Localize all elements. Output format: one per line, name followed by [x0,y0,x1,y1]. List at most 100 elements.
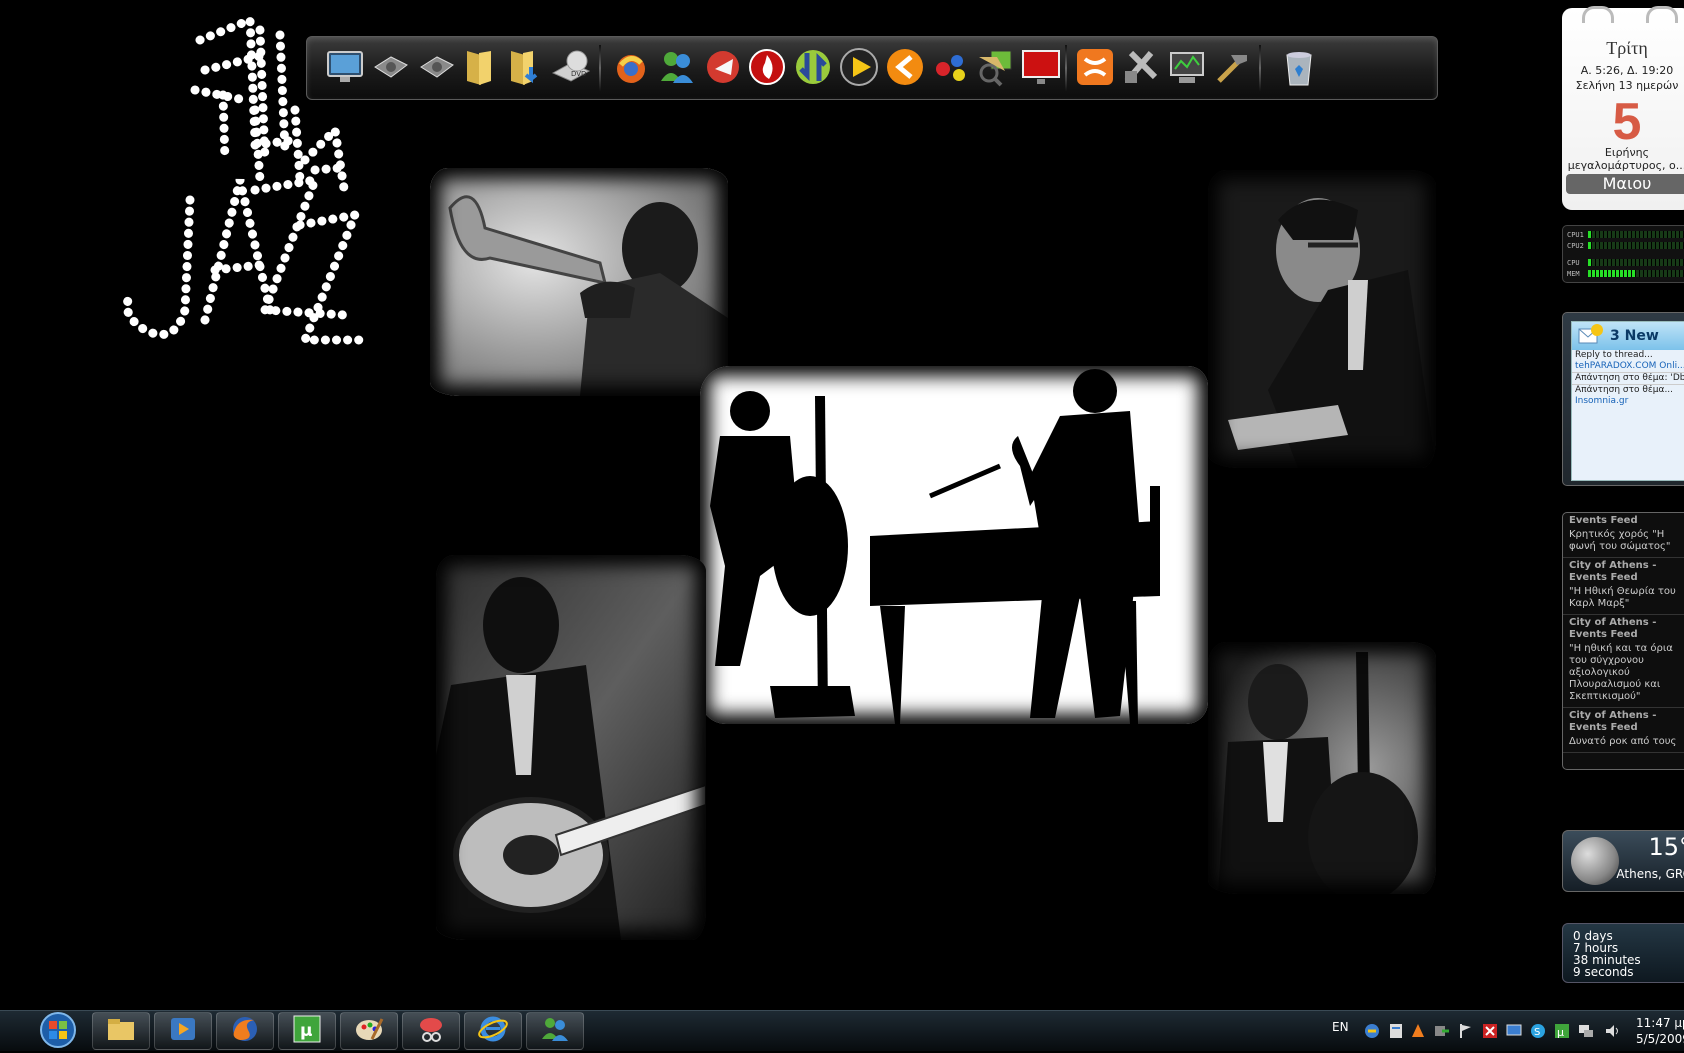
ccleaner-icon[interactable] [701,45,745,89]
antivirus-tray-icon[interactable] [1482,1023,1498,1039]
taskbar-firefox-button[interactable] [216,1012,274,1050]
calendar-moon-age: Σελήνη 13 ημερών [1575,79,1679,92]
weather-temperature: 15° [1648,833,1684,861]
folder-icon [106,1016,136,1046]
mail-item[interactable]: Απάντηση στο θέμα: 'Dbz... [1572,372,1684,384]
dock-separator [1065,45,1067,91]
hammer-icon[interactable] [1211,45,1255,89]
calendar-day-name: Τρίτη [1606,38,1648,58]
feed-entry-title: City of Athens - Events Feed [1569,617,1657,640]
downloads-folder-icon[interactable] [503,45,547,89]
display-tray-icon[interactable] [1506,1023,1522,1039]
sync-tray-icon[interactable] [1434,1023,1450,1039]
notes-tray-icon[interactable] [1388,1023,1404,1039]
network-connection-tray-icon[interactable] [1578,1023,1594,1039]
memory-meter: MEM [1567,269,1684,278]
moon-icon [1571,837,1619,885]
clock-time: 11:47 μμ [1636,1016,1684,1030]
messenger-fire-icon[interactable] [609,45,653,89]
events-feed-gadget[interactable]: Events Feed Κρητικός χορός "Η φωνή του σώ… [1562,512,1684,770]
taskbar-utorrent-button[interactable]: µ [278,1012,336,1050]
firefox-icon [230,1014,260,1048]
rocketdock-bar: DVD [306,36,1438,100]
utorrent-tray-icon[interactable]: µ [1554,1023,1570,1039]
media-play-icon[interactable] [837,45,881,89]
feed-entry-link[interactable]: Κρητικός χορός "Η φωνή του σώματος" [1563,527,1684,558]
winamp-icon[interactable] [883,45,927,89]
windows-live-messenger-icon[interactable] [655,45,699,89]
weather-location: Athens, GRC [1616,867,1684,881]
network-tray-icon[interactable] [1364,1023,1380,1039]
system-monitor-icon[interactable] [1165,45,1209,89]
feed-entry-title: Events Feed [1569,515,1638,526]
feed-entry-link[interactable]: "Η Ηθική Θεωρία του Καρλ Μαρξ" [1563,584,1684,615]
palette-icon [354,1015,384,1047]
feed-entry-title: City of Athens - Events Feed [1569,710,1657,733]
calendar-day-number: 5 [1612,93,1642,151]
calendar-name-day: Ειρήνης μεγαλομάρτυρος, ο... [1567,146,1684,172]
taskbar-paint-button[interactable] [340,1012,398,1050]
svg-text:DVD: DVD [571,70,586,78]
skype-tray-icon[interactable]: S [1530,1023,1546,1039]
input-language-indicator[interactable]: EN [1332,1020,1349,1034]
dock-separator [599,45,601,91]
taskbar-snipping-button[interactable] [402,1012,460,1050]
mail-new-count: 3 New [1610,328,1659,344]
feed-entry-link[interactable]: "Η ηθική και τα όρια του σύγχρονου αξιολ… [1563,641,1684,708]
mail-item[interactable]: Insomnia.gr [1572,396,1684,407]
weather-gadget[interactable]: 15° Athens, GRC [1562,830,1684,892]
svg-text:µ: µ [300,1021,313,1041]
guitarist-photo [436,555,706,940]
taskbar-explorer-button[interactable] [92,1012,150,1050]
cpu2-meter: CPU2 [1567,241,1684,250]
taskbar-internet-explorer-button[interactable] [464,1012,522,1050]
folder-icon[interactable] [457,45,501,89]
utorrent-icon: µ [292,1015,322,1047]
recycle-bin-icon[interactable] [1277,45,1321,89]
cpu1-meter: CPU1 [1567,230,1684,239]
start-button[interactable] [36,1011,80,1049]
computer-icon[interactable] [323,45,367,89]
uptime-gadget[interactable]: 0 days 7 hours 38 minutes 9 seconds [1562,923,1684,983]
transfer-arrows-icon[interactable] [791,45,835,89]
mail-item[interactable]: Reply to thread... [1572,350,1684,361]
svg-text:S: S [1534,1027,1540,1038]
mail-icon [1578,323,1604,349]
dvd-drive-icon[interactable]: DVD [549,45,593,89]
clock-date: 5/5/2009 [1636,1032,1684,1046]
nero-burning-icon[interactable] [745,45,789,89]
taskbar-clock[interactable]: 11:47 μμ 5/5/2009 [1636,1015,1684,1047]
calendar-gadget[interactable]: Τρίτη Α. 5:26, Δ. 19:20 Σελήνη 13 ημερών… [1562,6,1684,210]
pianist-photo [1208,170,1436,468]
feed-entry-link[interactable]: Δυνατό ροκ από τους [1563,734,1684,753]
dock-separator [1259,45,1261,91]
scissors-icon [416,1015,446,1047]
molecule-icon[interactable] [929,45,973,89]
cpu-meter-gadget[interactable]: CPU1 CPU2 CPU MEM [1562,225,1684,283]
tools-icon[interactable] [1119,45,1163,89]
calendar-sun-times: Α. 5:26, Δ. 19:20 [1580,64,1674,77]
messenger-icon [540,1015,570,1047]
jazz-trio-silhouette [700,366,1208,724]
media-player-icon [168,1016,198,1046]
xampp-icon[interactable] [1073,45,1117,89]
volume-tray-icon[interactable] [1604,1023,1620,1039]
vlc-tray-icon[interactable] [1410,1023,1426,1039]
feed-entry-title: City of Athens - Events Feed [1569,560,1657,583]
bassist-photo [1208,642,1436,894]
network-search-icon[interactable] [973,45,1017,89]
hard-drive-icon[interactable] [369,45,413,89]
internet-explorer-icon [478,1015,508,1047]
red-monitor-icon[interactable] [1019,45,1063,89]
mail-notifier-gadget[interactable]: 3 New Reply to thread... tehPARADOX.COM O… [1562,312,1684,486]
calendar-month: Μαιου [1566,174,1684,194]
hard-drive-icon[interactable] [415,45,459,89]
taskbar-media-player-button[interactable] [154,1012,212,1050]
uptime-seconds: 9 seconds [1573,965,1634,979]
mail-item[interactable]: tehPARADOX.COM Onli... [1572,361,1684,372]
mail-item[interactable]: Απάντηση στο θέμα... [1572,384,1684,396]
taskbar-messenger-button[interactable] [526,1012,584,1050]
action-center-flag-icon[interactable] [1458,1023,1474,1039]
svg-text:µ: µ [1557,1026,1564,1039]
cpu-total-meter: CPU [1567,258,1684,267]
